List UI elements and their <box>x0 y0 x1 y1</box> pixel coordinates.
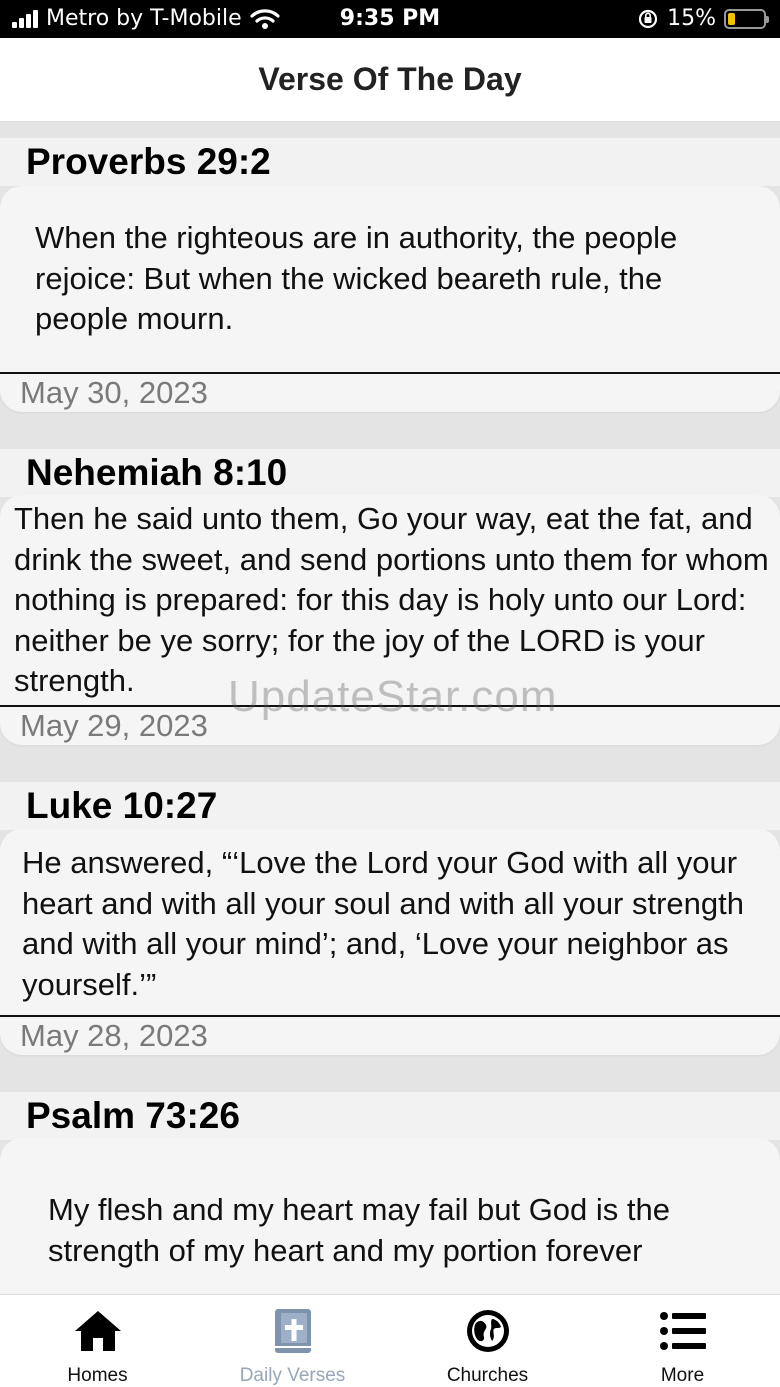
verse-reference-strip: Nehemiah 8:10 <box>0 449 780 497</box>
tab-label: Daily Verses <box>239 1365 346 1386</box>
globe-icon <box>466 1310 509 1352</box>
tab-churches[interactable]: Churches <box>390 1295 585 1387</box>
verse-card[interactable]: Nehemiah 8:10 Then he said unto them, Go… <box>0 449 780 745</box>
verse-body: When the righteous are in authority, the… <box>0 186 780 412</box>
tab-more[interactable]: More <box>585 1295 780 1387</box>
status-right: 15% <box>637 6 769 31</box>
verse-date: May 28, 2023 <box>20 1018 208 1053</box>
orientation-lock-icon <box>638 9 658 28</box>
verse-reference: Psalm 73:26 <box>26 1095 240 1136</box>
verse-text: He answered, “‘Love the Lord your God wi… <box>22 845 745 1002</box>
battery-icon <box>724 8 769 29</box>
status-bar: Metro by T-Mobile 9:35 PM 15% <box>0 0 780 38</box>
tab-bar: Homes Daily Verses Churches More <box>0 1294 780 1387</box>
verse-text: Then he said unto them, Go your way, eat… <box>14 501 769 698</box>
tab-label: More <box>660 1365 705 1386</box>
verse-card[interactable]: Luke 10:27 He answered, “‘Love the Lord … <box>0 782 780 1055</box>
verse-reference: Proverbs 29:2 <box>26 141 271 182</box>
verse-text: When the righteous are in authority, the… <box>35 220 678 336</box>
verse-text: My flesh and my heart may fail but God i… <box>48 1192 670 1268</box>
tab-homes[interactable]: Homes <box>0 1295 195 1387</box>
verse-reference: Luke 10:27 <box>26 785 218 826</box>
page-title: Verse Of The Day <box>258 61 522 97</box>
home-icon <box>74 1311 121 1351</box>
verse-date: May 29, 2023 <box>20 708 208 743</box>
tab-daily-verses[interactable]: Daily Verses <box>195 1295 390 1387</box>
verse-feed[interactable]: Proverbs 29:2 When the righteous are in … <box>0 122 780 1294</box>
verse-card[interactable]: Proverbs 29:2 When the righteous are in … <box>0 138 780 412</box>
verse-reference-strip: Psalm 73:26 <box>0 1092 780 1140</box>
tab-label: Homes <box>67 1365 128 1386</box>
verse-body: My flesh and my heart may fail but God i… <box>0 1138 780 1294</box>
tab-label: Churches <box>446 1365 529 1386</box>
verse-body: He answered, “‘Love the Lord your God wi… <box>0 829 780 1055</box>
navigation-bar: Verse Of The Day <box>0 38 780 122</box>
list-icon <box>659 1312 706 1350</box>
battery-percent: 15% <box>667 6 716 31</box>
verse-reference-strip: Luke 10:27 <box>0 782 780 830</box>
verse-date: May 30, 2023 <box>20 375 208 410</box>
bible-icon <box>274 1309 311 1353</box>
verse-reference: Nehemiah 8:10 <box>26 452 288 493</box>
verse-card[interactable]: Psalm 73:26 My flesh and my heart may fa… <box>0 1092 780 1294</box>
battery-fill <box>728 12 735 25</box>
verse-body: Then he said unto them, Go your way, eat… <box>0 495 780 745</box>
verse-reference-strip: Proverbs 29:2 <box>0 138 780 186</box>
